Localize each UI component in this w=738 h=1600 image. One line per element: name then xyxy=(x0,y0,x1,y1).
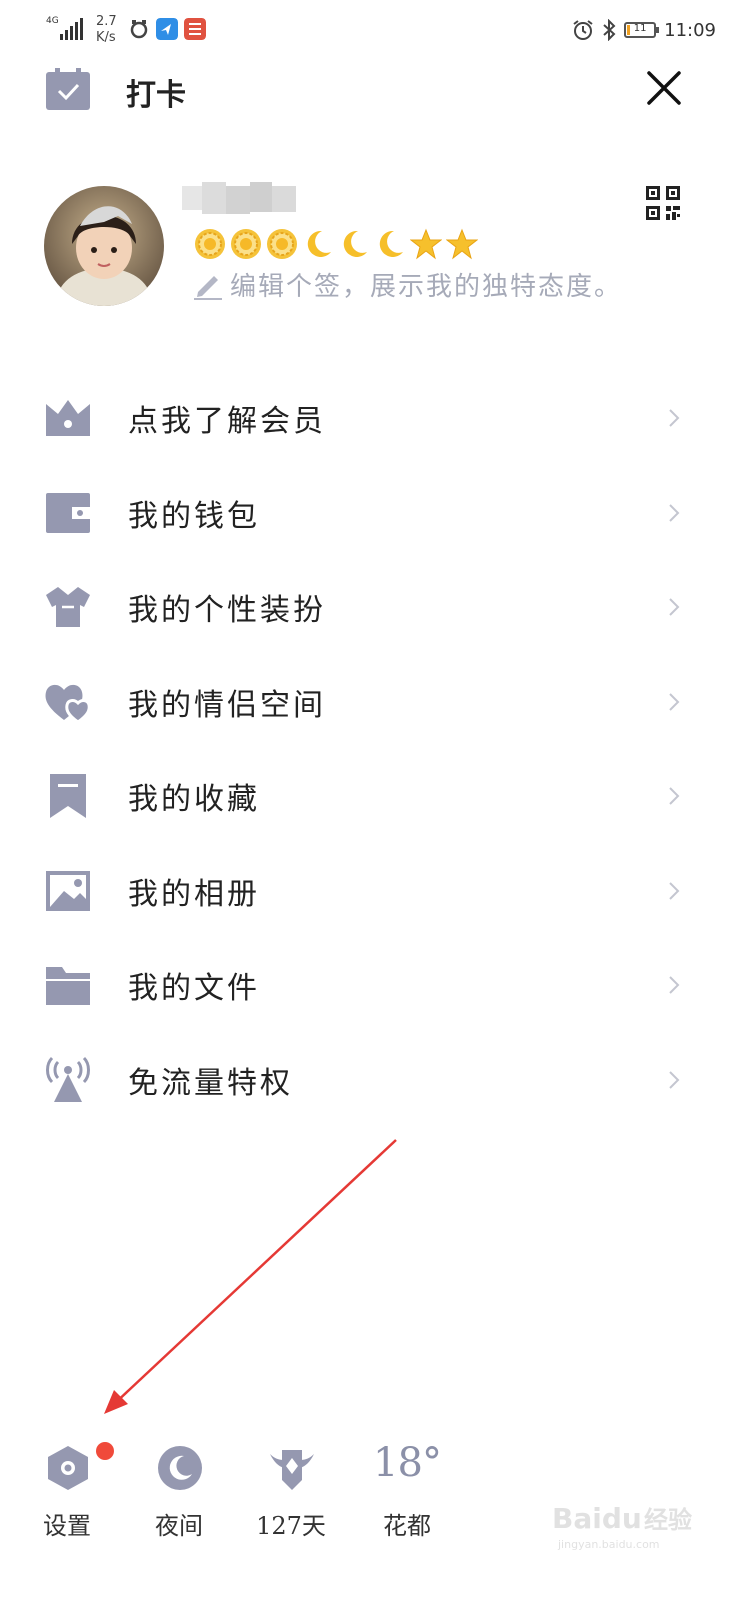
baidu-jingyan-watermark: Baidu 经验 jingyan.baidu.com xyxy=(552,1502,692,1551)
moon-level-icon xyxy=(307,230,331,257)
active-days-label: 127天 xyxy=(256,1512,326,1540)
bluetooth-icon xyxy=(603,19,616,41)
clock: 11:09 xyxy=(664,19,716,41)
settings-label: 设置 xyxy=(43,1512,91,1540)
night-mode-label: 夜间 xyxy=(155,1512,203,1540)
sun-level-icon xyxy=(231,229,261,259)
bookmark-icon xyxy=(50,774,86,818)
nickname-blurred xyxy=(182,182,296,214)
chevron-right-icon xyxy=(669,598,680,616)
star-level-icon xyxy=(410,228,442,260)
chevron-right-icon xyxy=(669,881,680,900)
winged-badge-icon xyxy=(270,1450,314,1490)
close-icon[interactable] xyxy=(644,68,684,108)
menu-item-files[interactable]: 我的文件 xyxy=(0,937,738,1032)
status-bar: 4G 2.7 K/s 11 11:09 xyxy=(0,0,738,60)
network-type: 4G xyxy=(46,16,59,26)
menu-item-couple[interactable]: 我的情侣空间 xyxy=(0,654,738,749)
chevron-right-icon xyxy=(669,503,680,522)
menu-item-label: 我的钱包 xyxy=(128,498,260,534)
network-speed-value: 2.7 xyxy=(96,14,117,29)
moon-level-icon xyxy=(343,230,367,257)
vip-crown-icon xyxy=(46,400,90,436)
app-notification-icon xyxy=(130,20,148,39)
battery-icon: 11 xyxy=(624,22,660,38)
avatar-image xyxy=(44,186,164,306)
weather-button[interactable]: 18° 花都 xyxy=(362,1436,452,1546)
sun-level-icon xyxy=(267,229,297,259)
menu-item-label: 免流量特权 xyxy=(128,1065,293,1101)
svg-text:经验: 经验 xyxy=(644,1506,692,1534)
active-days-button[interactable]: 127天 xyxy=(246,1436,336,1546)
menu-item-free-data[interactable]: 免流量特权 xyxy=(0,1032,738,1127)
night-mode-button[interactable]: 夜间 xyxy=(134,1436,224,1546)
menu-item-label: 我的收藏 xyxy=(128,782,260,817)
signature-placeholder: 编辑个签，展示我的独特态度。 xyxy=(230,272,623,302)
photo-album-icon xyxy=(46,870,90,911)
folder-icon xyxy=(46,967,90,1005)
menu-item-favorites[interactable]: 我的收藏 xyxy=(0,748,738,843)
chevron-right-icon xyxy=(669,976,680,994)
chevron-right-icon xyxy=(669,692,680,711)
qr-code-icon[interactable] xyxy=(646,186,680,220)
drawer-header: 打卡 xyxy=(0,62,738,122)
couple-hearts-icon xyxy=(45,684,91,724)
checkin-button[interactable]: 打卡 xyxy=(126,70,186,114)
menu-item-album[interactable]: 我的相册 xyxy=(0,843,738,938)
signal-tower-icon xyxy=(46,1056,90,1102)
battery-tip xyxy=(656,27,660,33)
moon-level-icon xyxy=(379,230,403,257)
app-notification-icon xyxy=(156,18,178,40)
settings-hexagon-icon xyxy=(48,1446,88,1490)
network-speed: 2.7 K/s xyxy=(96,14,117,46)
battery-percent: 11 xyxy=(633,23,647,34)
level-badges[interactable] xyxy=(194,228,478,260)
menu-item-label: 点我了解会员 xyxy=(128,404,326,439)
menu-item-label: 我的相册 xyxy=(128,876,260,912)
avatar[interactable] xyxy=(44,186,164,306)
signature-field[interactable]: 编辑个签，展示我的独特态度。 xyxy=(194,266,622,303)
alarm-icon xyxy=(573,20,593,40)
status-right: 11 11:09 xyxy=(572,16,716,44)
calendar-check-icon[interactable] xyxy=(46,68,90,110)
star-level-icon xyxy=(446,228,478,260)
chevron-right-icon xyxy=(669,1070,680,1089)
menu-item-label: 我的个性装扮 xyxy=(128,593,326,628)
menu-item-label: 我的情侣空间 xyxy=(128,687,326,723)
menu-item-wallet[interactable]: 我的钱包 xyxy=(0,465,738,560)
app-notification-icon xyxy=(184,18,206,40)
edit-pencil-icon xyxy=(194,275,222,300)
settings-button[interactable]: 设置 xyxy=(22,1436,114,1546)
chevron-right-icon xyxy=(669,787,680,805)
night-moon-icon xyxy=(158,1446,202,1490)
tshirt-icon xyxy=(46,587,90,627)
drawer-menu: 点我了解会员 我的钱包 我的个性装扮 我的情侣空间 我的收藏 我的相册 我的文件… xyxy=(0,370,738,1126)
annotation-arrow xyxy=(104,1139,397,1414)
wallet-icon xyxy=(46,492,90,533)
sun-level-icon xyxy=(195,229,225,259)
menu-item-label: 我的文件 xyxy=(128,971,260,1006)
svg-text:jingyan.baidu.com: jingyan.baidu.com xyxy=(557,1538,660,1551)
city-label: 花都 xyxy=(383,1512,431,1540)
temperature-value: 18° xyxy=(373,1440,442,1486)
notification-dot xyxy=(96,1442,114,1460)
svg-text:Baidu: Baidu xyxy=(552,1502,642,1535)
network-speed-unit: K/s xyxy=(96,30,116,45)
menu-item-vip[interactable]: 点我了解会员 xyxy=(0,370,738,465)
chevron-right-icon xyxy=(669,409,680,427)
menu-item-theme[interactable]: 我的个性装扮 xyxy=(0,559,738,654)
